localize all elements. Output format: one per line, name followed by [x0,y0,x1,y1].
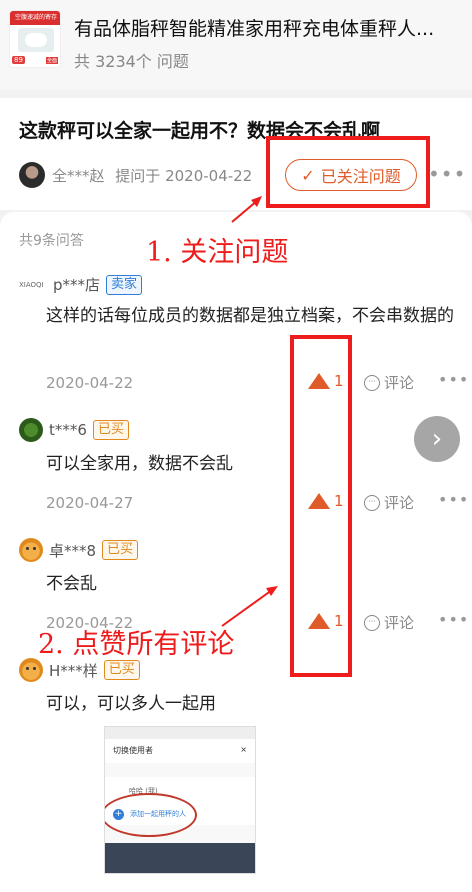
asker-info: 全***赵 提问于 2020-04-22 [52,165,252,186]
image-chart-area [105,843,255,873]
answer-user-row: H***样 已买 [19,658,140,682]
annotation-box-follow [266,136,430,208]
seller-badge: 卖家 [106,274,143,295]
answer-text: 不会乱 [46,574,97,594]
asker-name: 全***赵 [52,167,105,185]
answer-date: 2020-04-27 [46,494,134,512]
answer-username: H***样 [49,661,98,680]
more-icon[interactable]: ••• [428,162,466,186]
answer-text: 可以，可以多人一起用 [46,694,216,714]
answer-text: 这样的话每位成员的数据都是独立档案，不会串数据的 [46,306,454,326]
user-avatar[interactable] [19,658,43,682]
comment-button[interactable]: ··· 评论 [364,372,414,393]
comment-label: 评论 [384,494,415,512]
image-circle-highlight [105,793,197,837]
question-count: 共 3234个 问题 [74,52,189,71]
asked-date: 提问于 2020-04-22 [115,167,253,185]
annotation-step1: 1. 关注问题 [146,237,289,268]
more-icon[interactable]: ••• [438,370,469,389]
answer-user-row: t***6 已买 [19,418,129,442]
answer-username: p***店 [53,276,101,294]
image-header: 切换使用者 × [105,739,255,763]
bought-badge: 已买 [92,420,129,440]
shop-avatar[interactable]: XIAOQI [19,280,47,290]
answer-username: t***6 [49,421,87,439]
product-thumbnail[interactable]: 空腹速减的寄存 89 全面 [9,10,61,68]
comment-label: 评论 [384,374,415,392]
user-avatar[interactable] [19,418,43,442]
comment-button[interactable]: ··· 评论 [364,492,414,513]
comment-label: 评论 [384,614,415,632]
thumbnail-tag: 全面 [45,57,58,64]
product-title[interactable]: 有品体脂秤智能精准家用秤充电体重秤人... [74,14,464,41]
answer-image[interactable]: 切换使用者 × 哈哈 (我) + 添加一起用秤的人 [104,726,256,874]
product-header[interactable]: 空腹速减的寄存 89 全面 有品体脂秤智能精准家用秤充电体重秤人... 共 32… [0,0,472,90]
answer-username: 卓***8 [49,541,97,560]
image-header-title: 切换使用者 [113,746,153,755]
annotation-box-likes [290,335,352,677]
scale-image [18,28,54,52]
answers-count: 共9条问答 [19,233,84,249]
annotation-step2: 2. 点赞所有评论 [38,629,235,660]
more-icon[interactable]: ••• [438,610,469,629]
comment-icon: ··· [364,614,380,631]
asker-avatar[interactable] [19,162,45,188]
answer-date: 2020-04-22 [46,374,134,392]
user-avatar[interactable] [19,538,43,562]
image-status-bar [105,727,255,739]
bought-badge: 已买 [102,540,139,560]
comment-button[interactable]: ··· 评论 [364,612,414,633]
bought-badge: 已买 [103,660,140,680]
next-arrow-button[interactable]: › [414,416,460,462]
thumbnail-banner: 空腹速减的寄存 [10,11,60,25]
comment-icon: ··· [364,374,380,391]
comment-icon: ··· [364,494,380,511]
thumbnail-price: 89 [12,56,25,64]
answer-user-row: XIAOQI p***店 卖家 [19,274,143,295]
answer-text: 可以全家用，数据不会乱 [46,454,233,474]
more-icon[interactable]: ••• [438,490,469,509]
image-close-icon: × [240,745,247,754]
answer-user-row: 卓***8 已买 [19,538,139,562]
